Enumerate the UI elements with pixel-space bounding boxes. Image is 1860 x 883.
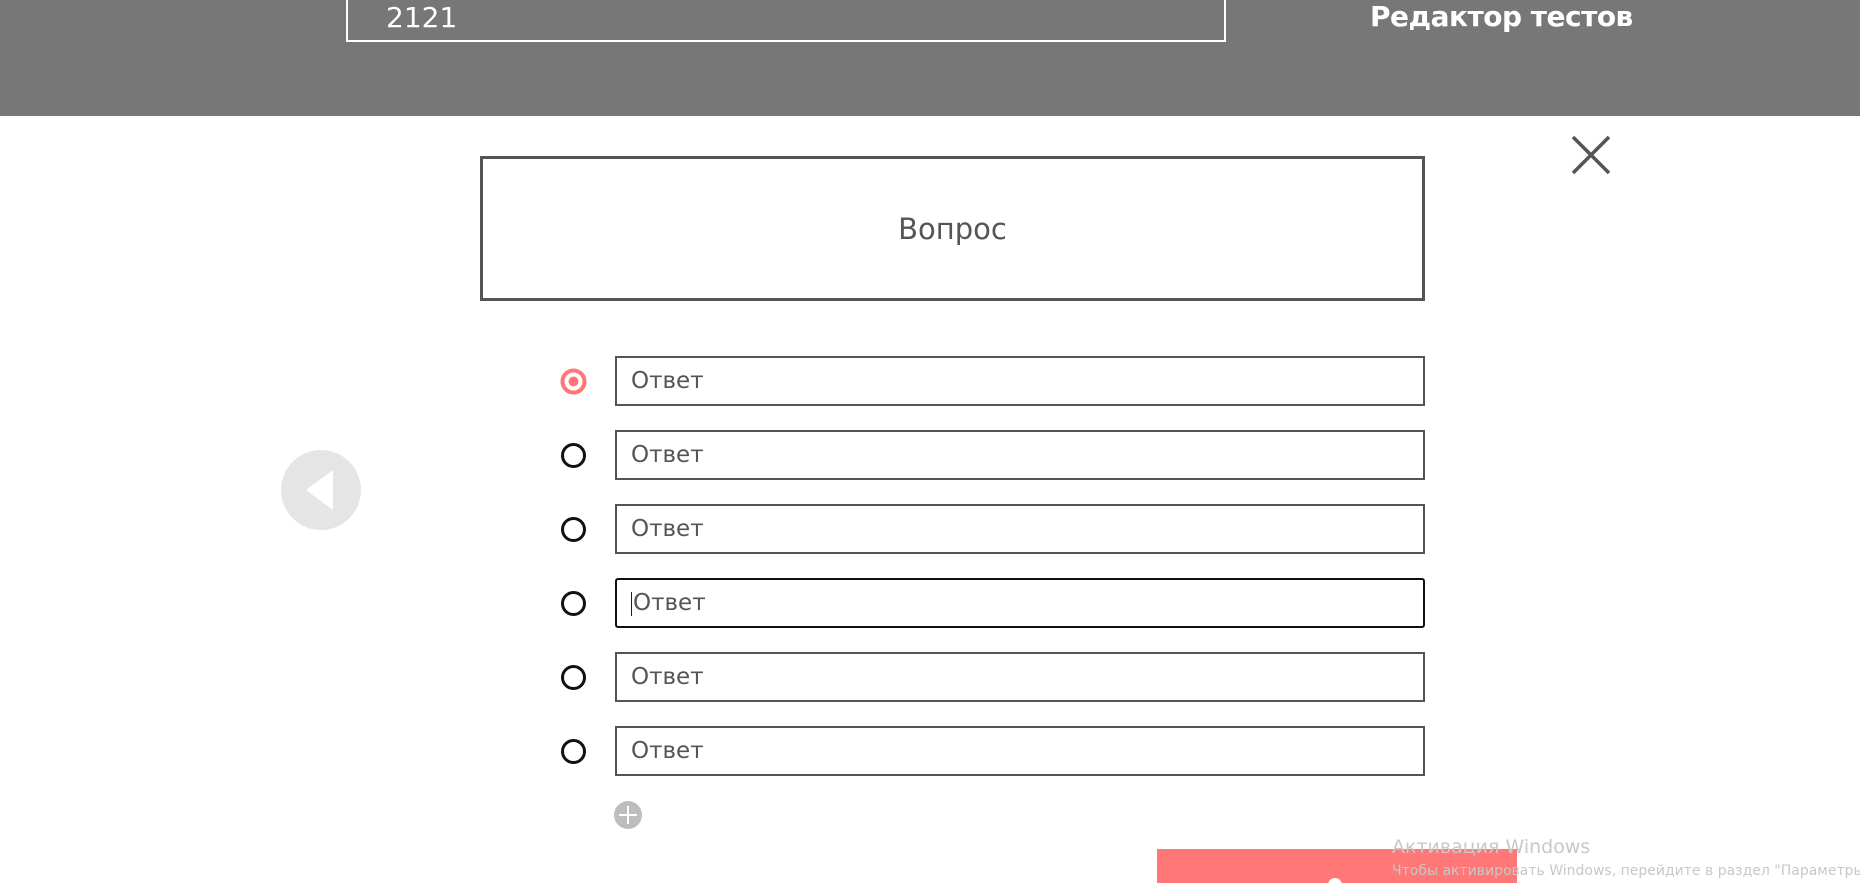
answer-input[interactable]: Ответ	[615, 430, 1425, 480]
header-bar: 2121 Редактор тестов	[0, 0, 1860, 116]
answer-row: Ответ	[560, 356, 1426, 406]
answer-row: Ответ	[560, 578, 1426, 628]
test-name-input[interactable]: 2121	[346, 0, 1226, 42]
answer-radio[interactable]	[560, 516, 587, 543]
add-answer-button[interactable]	[614, 801, 642, 829]
answer-row: Ответ	[560, 504, 1426, 554]
answer-row: Ответ	[560, 430, 1426, 480]
save-button[interactable]	[1157, 849, 1517, 883]
answer-input-focused[interactable]: Ответ	[615, 578, 1425, 628]
plus-icon	[614, 801, 642, 829]
arrow-left-icon	[306, 470, 333, 510]
test-editor-page: 2121 Редактор тестов Вопрос Ответ Ответ …	[0, 0, 1860, 883]
answer-input[interactable]: Ответ	[615, 504, 1425, 554]
previous-question-button[interactable]	[281, 450, 361, 530]
close-icon	[1571, 135, 1611, 175]
save-icon	[1328, 878, 1342, 883]
answer-row: Ответ	[560, 726, 1426, 776]
answer-radio[interactable]	[560, 664, 587, 691]
editor-title: Редактор тестов	[1370, 0, 1633, 33]
answer-input[interactable]: Ответ	[615, 726, 1425, 776]
text-caret	[631, 591, 632, 616]
answer-row: Ответ	[560, 652, 1426, 702]
answer-input[interactable]: Ответ	[615, 356, 1425, 406]
answer-radio-selected[interactable]	[560, 368, 587, 395]
answer-radio[interactable]	[560, 590, 587, 617]
answer-input[interactable]: Ответ	[615, 652, 1425, 702]
close-button[interactable]	[1570, 134, 1612, 176]
answer-radio[interactable]	[560, 738, 587, 765]
answer-input-text: Ответ	[633, 590, 706, 616]
answer-radio[interactable]	[560, 442, 587, 469]
question-input[interactable]: Вопрос	[480, 156, 1425, 301]
